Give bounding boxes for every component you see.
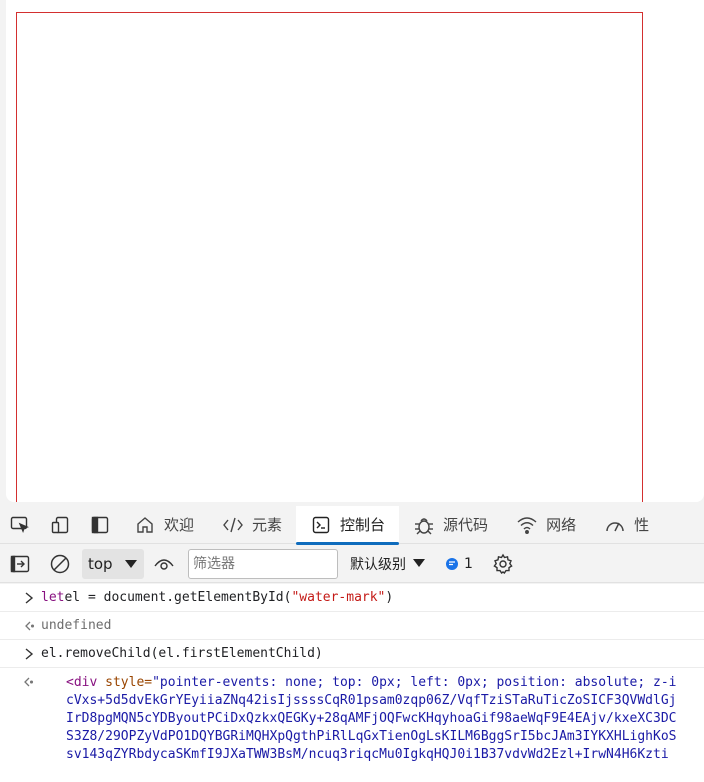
bug-icon [413, 514, 435, 536]
home-icon [134, 514, 156, 536]
tab-network-label: 网络 [546, 516, 577, 534]
performance-icon [604, 514, 626, 536]
devtools-tabbar: 欢迎 元素 控制台 源代码 网络 性 [0, 505, 704, 545]
watermark-container [16, 12, 643, 508]
dock-side-icon[interactable] [80, 506, 120, 544]
chevron-down-icon [412, 556, 426, 572]
keyword: let [41, 590, 65, 605]
wifi-icon [516, 514, 538, 536]
code-text: el = document.getElementById( [64, 590, 292, 605]
tab-elements[interactable]: 元素 [208, 506, 296, 544]
console-output-line: undefined [0, 612, 704, 640]
filter-input[interactable] [188, 548, 338, 579]
tab-welcome[interactable]: 欢迎 [120, 506, 208, 544]
devtools-panel: 欢迎 元素 控制台 源代码 网络 性 top 筛选器 默认级别 1 let el… [0, 502, 704, 782]
attr-value-line: IrD8pgMQN5cYDByoutPCiDxQzkxQEGKy+28qAMFj… [66, 711, 677, 726]
console-icon [310, 514, 332, 536]
console-output: let el = document.getElementById("water-… [0, 584, 704, 782]
gear-icon[interactable] [483, 545, 523, 583]
issues-count: 1 [464, 555, 473, 572]
output-return-icon [22, 676, 34, 694]
output-value: undefined [41, 618, 112, 633]
console-input-line: let el = document.getElementById("water-… [0, 584, 704, 612]
code-text: el.removeChild(el.firstElementChild) [41, 646, 323, 661]
message-icon [446, 557, 458, 570]
tab-performance[interactable]: 性 [590, 506, 663, 544]
input-prompt-icon [22, 591, 36, 605]
show-sidebar-icon[interactable] [0, 545, 40, 583]
attr-value-line: S3Z8/29OPZyVdPO1DQYBGRiMQHXpQgthPiRlLqGx… [66, 729, 677, 744]
context-selector-value: top [88, 554, 113, 573]
log-levels-dropdown[interactable]: 默认级别 [350, 554, 426, 574]
input-prompt-icon [22, 647, 36, 661]
tab-sources-label: 源代码 [443, 516, 489, 534]
issues-counter[interactable]: 1 [446, 556, 473, 572]
attr-value-line: sv143qZYRbdycaSKmfI9JXaTWW3BsM/ncuq3riqc… [66, 747, 669, 762]
attr-value-line: cVxs+5d5dvEkGrYEyiiaZNq42isIjssssCqR01ps… [66, 693, 677, 708]
element-tag-line: <div style="pointer-events: none; top: 0… [66, 674, 704, 692]
code-icon [222, 514, 244, 536]
inspect-element-icon[interactable] [0, 506, 40, 544]
page-viewport [6, 0, 704, 508]
tab-welcome-label: 欢迎 [164, 516, 195, 534]
attr-name: style= [97, 675, 153, 690]
log-levels-label: 默认级别 [350, 556, 406, 573]
tab-elements-label: 元素 [252, 516, 283, 534]
console-input-line: el.removeChild(el.firstElementChild) [0, 640, 704, 668]
code-close: ) [385, 590, 394, 605]
chevron-down-icon [124, 555, 138, 573]
tag-name: <div [66, 675, 98, 690]
tab-sources[interactable]: 源代码 [399, 506, 502, 544]
string-literal: "water-mark" [291, 590, 386, 605]
context-selector[interactable]: top [82, 548, 144, 579]
tab-console-label: 控制台 [340, 516, 386, 534]
clear-console-icon[interactable] [40, 545, 80, 583]
tab-performance-label: 性 [634, 516, 650, 534]
console-toolbar: top 默认级别 1 [0, 545, 704, 583]
live-expression-eye-icon[interactable] [144, 545, 184, 583]
console-result-element[interactable]: <div style="pointer-events: none; top: 0… [0, 668, 704, 764]
tab-console[interactable]: 控制台 [296, 505, 400, 545]
tab-network[interactable]: 网络 [502, 506, 590, 544]
attr-value: "pointer-events: none; top: 0px; left: 0… [152, 675, 677, 690]
device-emulation-icon[interactable] [40, 506, 80, 544]
output-return-icon [22, 619, 36, 633]
